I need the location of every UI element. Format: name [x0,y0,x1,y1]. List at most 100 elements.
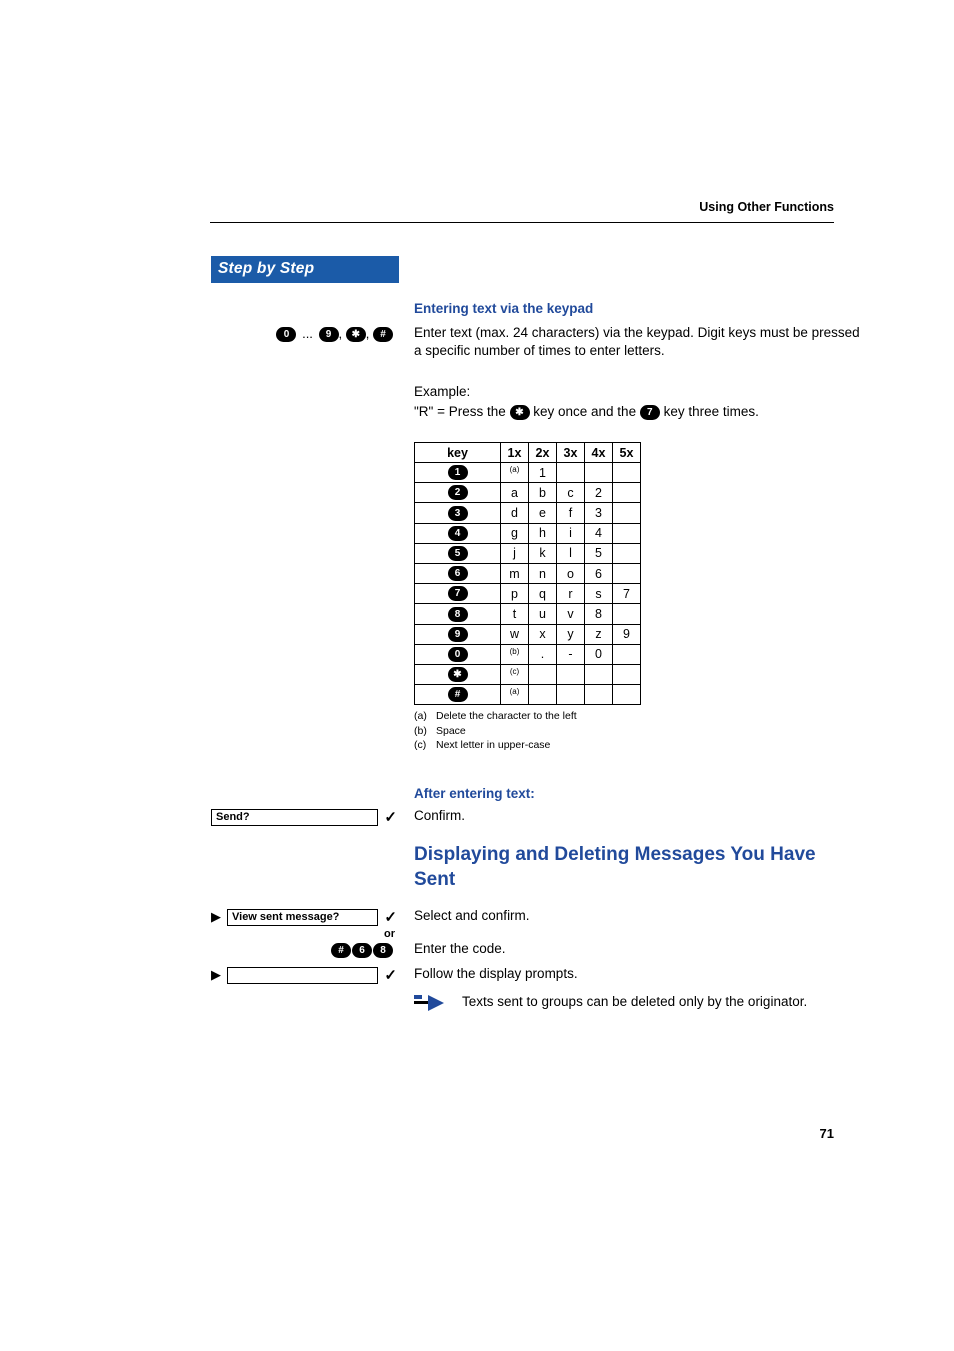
key-9-icon: 9 [319,327,339,342]
arrow-right-icon: ▶ [211,967,221,983]
table-cell: v [557,604,585,624]
table-cell: s [585,584,613,604]
text-follow-prompts: Follow the display prompts. [414,965,860,983]
table-cell [557,665,585,685]
key-star-inline-icon: ✱ [510,405,530,420]
table-cell: u [529,604,557,624]
table-cell: - [557,644,585,664]
key-6-icon: 6 [448,566,468,581]
table-cell: n [529,564,557,584]
display-send: Send? [211,809,378,826]
arrow-right-icon: ▶ [211,909,221,925]
table-row: 3def3 [415,503,641,523]
table-cell: o [557,564,585,584]
text-confirm: Confirm. [414,807,860,825]
check-icon: ✓ [384,808,397,826]
table-cell: 0 [585,644,613,664]
key-4-icon: 4 [448,526,468,541]
key-5-icon: 5 [448,546,468,561]
table-cell: 8 [585,604,613,624]
key-3-icon: 3 [448,506,468,521]
table-row: #(a) [415,685,641,705]
table-cell [613,463,641,483]
key-8-icon: 8 [373,943,393,958]
key-6-icon: 6 [352,943,372,958]
key-0-icon: 0 [448,647,468,662]
table-header: 5x [613,443,641,463]
table-cell: (a) [501,463,529,483]
table-cell: 6 [585,564,613,584]
table-cell: e [529,503,557,523]
table-cell [585,685,613,705]
text-enter-code: Enter the code. [414,940,860,958]
table-row: 4ghi4 [415,523,641,543]
table-cell: r [557,584,585,604]
table-cell: i [557,523,585,543]
keypad-footnotes: (a)Delete the character to the left(b)Sp… [414,709,860,752]
key-sequence-digits: 0 ... 9, ✱, # [211,326,399,342]
table-header: 4x [585,443,613,463]
display-view-sent: View sent message? [227,909,378,926]
table-cell: c [557,483,585,503]
table-cell: (a) [501,685,529,705]
table-cell: (b) [501,644,529,664]
footnote: (a)Delete the character to the left [414,709,860,723]
key-8-icon: 8 [448,607,468,622]
key-2-icon: 2 [448,485,468,500]
table-cell: a [501,483,529,503]
table-cell [613,644,641,664]
table-row: 2abc2 [415,483,641,503]
table-row: ✱ (c) [415,665,641,685]
example-label: Example: [414,383,860,401]
sidebar-title: Step by Step [211,256,399,283]
heading-entering-text: Entering text via the keypad [414,301,860,316]
table-cell: 3 [585,503,613,523]
table-cell [613,564,641,584]
keypad-table: key1x2x3x4x5x1(a)12abc23def34ghi45jkl56m… [414,442,641,705]
key-0-icon: 0 [276,327,296,342]
table-cell [613,685,641,705]
table-cell: y [557,624,585,644]
note-icon [414,993,448,1015]
table-cell: (c) [501,665,529,685]
or-label: or [211,928,399,940]
table-cell: d [501,503,529,523]
table-header: 1x [501,443,529,463]
table-cell: 4 [585,523,613,543]
table-cell: l [557,543,585,563]
table-cell: g [501,523,529,543]
table-cell [529,685,557,705]
table-cell [613,523,641,543]
code-key-sequence: #68 [211,942,399,958]
table-cell [613,503,641,523]
table-cell: 7 [613,584,641,604]
table-header: key [415,443,501,463]
table-cell [557,685,585,705]
table-row: 1(a)1 [415,463,641,483]
table-cell [613,483,641,503]
table-row: 6mno6 [415,564,641,584]
check-icon: ✓ [384,966,397,984]
footnote: (b)Space [414,724,860,738]
key-star-icon: ✱ [346,327,366,342]
table-cell: x [529,624,557,644]
table-row: 7pqrs7 [415,584,641,604]
table-header: 3x [557,443,585,463]
table-cell: . [529,644,557,664]
table-row: 5jkl5 [415,543,641,563]
note-row: Texts sent to groups can be deleted only… [414,993,860,1015]
key-1-icon: 1 [448,465,468,480]
table-cell: 2 [585,483,613,503]
heading-displaying-deleting: Displaying and Deleting Messages You Hav… [414,843,860,892]
key-9-icon: 9 [448,627,468,642]
table-cell [585,665,613,685]
table-cell: w [501,624,529,644]
table-cell [557,463,585,483]
key-7-icon: 7 [448,586,468,601]
table-cell [613,604,641,624]
table-cell: b [529,483,557,503]
key-✱-icon: ✱ [448,667,468,682]
table-header: 2x [529,443,557,463]
key-#-icon: # [331,943,351,958]
note-text: Texts sent to groups can be deleted only… [462,993,807,1011]
